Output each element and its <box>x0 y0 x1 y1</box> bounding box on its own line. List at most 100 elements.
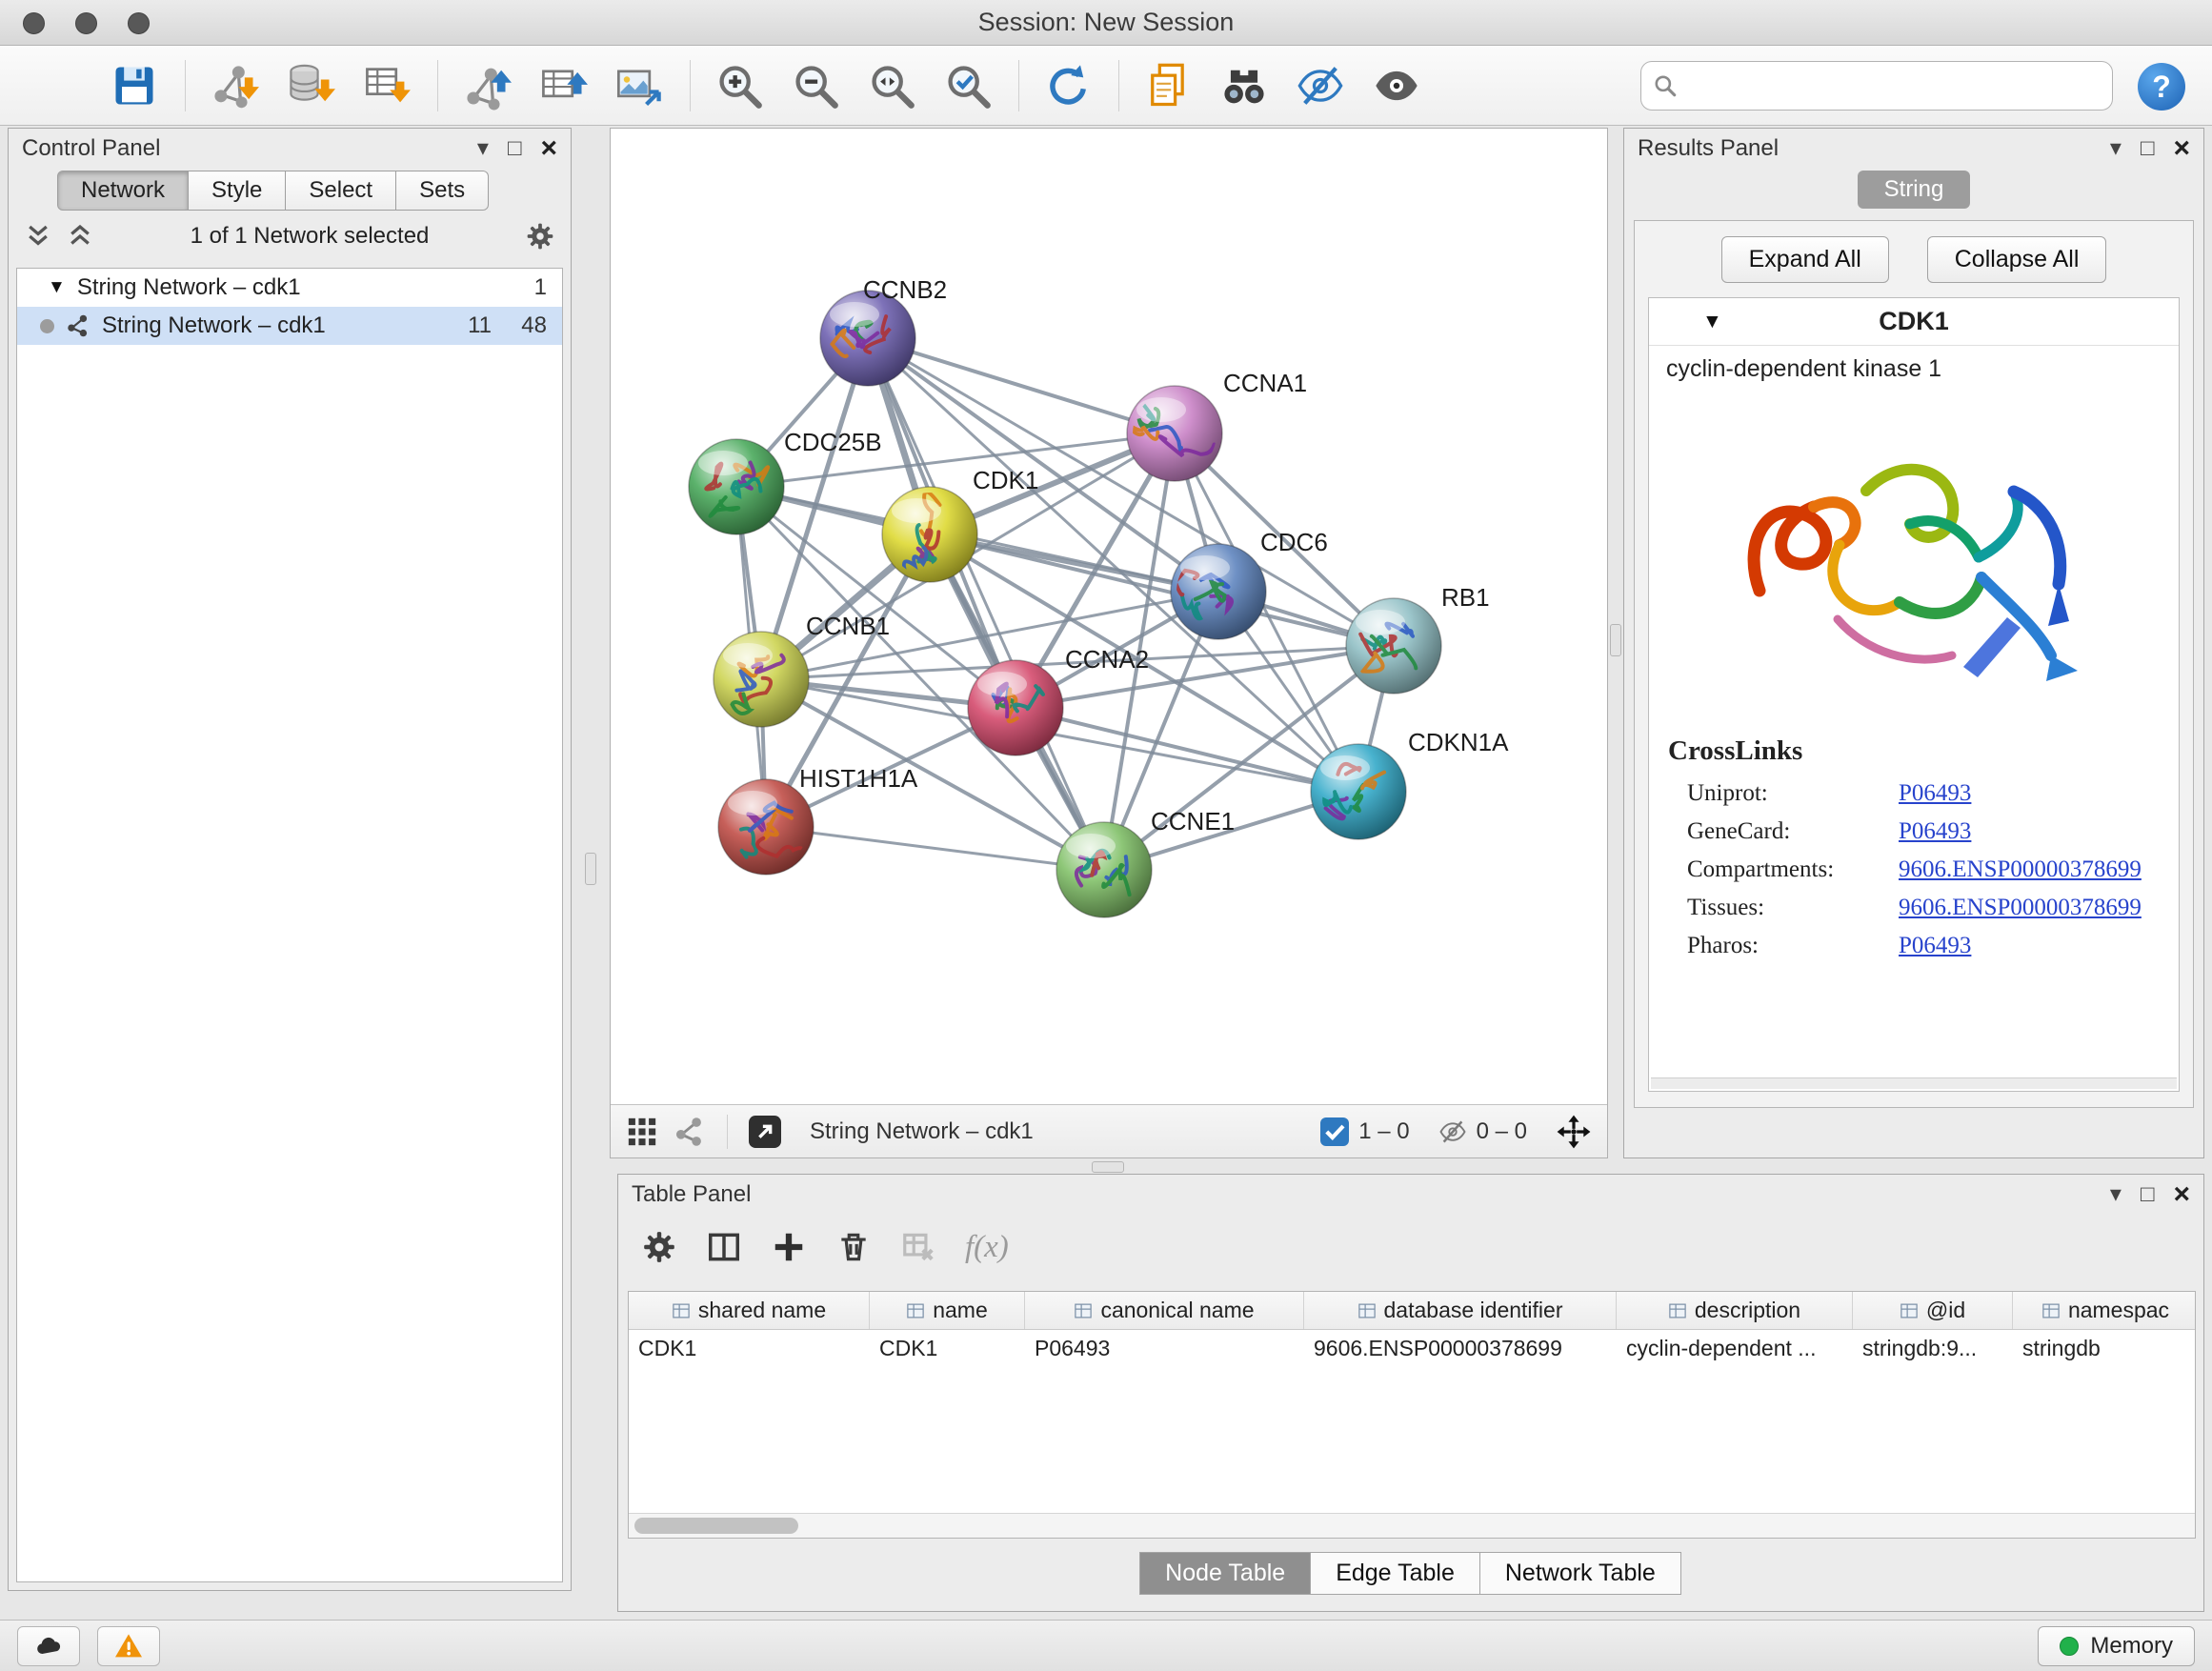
column-header[interactable]: @id <box>1853 1292 2013 1329</box>
documents-icon[interactable] <box>1136 54 1199 117</box>
refresh-icon[interactable] <box>1036 54 1099 117</box>
close-panel-icon[interactable]: × <box>2173 1180 2190 1209</box>
tab-sets[interactable]: Sets <box>395 171 489 211</box>
table-cell[interactable]: CDK1 <box>870 1330 1025 1366</box>
tab-string[interactable]: String <box>1858 171 1970 209</box>
delete-table-icon-disabled[interactable] <box>900 1229 936 1265</box>
table-cell[interactable]: P06493 <box>1025 1330 1304 1366</box>
hide-selected-icon[interactable] <box>1289 54 1352 117</box>
zoom-selected-icon[interactable] <box>936 54 999 117</box>
warning-button[interactable] <box>97 1626 160 1666</box>
tab-select[interactable]: Select <box>285 171 396 211</box>
collapse-gene-icon[interactable]: ▼ <box>1702 311 1722 333</box>
add-column-icon[interactable] <box>771 1229 807 1265</box>
cloud-button[interactable] <box>17 1626 80 1666</box>
zoom-window-button[interactable] <box>128 12 150 34</box>
crosslink-link[interactable]: P06493 <box>1899 818 1971 845</box>
hidden-eye-icon[interactable] <box>1438 1117 1467 1146</box>
column-header[interactable]: database identifier <box>1304 1292 1617 1329</box>
network-collection-row[interactable]: ▼ String Network – cdk1 1 <box>17 269 562 307</box>
search-box[interactable] <box>1640 61 2113 111</box>
tab-network-table[interactable]: Network Table <box>1479 1552 1681 1595</box>
detach-view-icon[interactable] <box>749 1116 781 1148</box>
table-cell[interactable]: CDK1 <box>629 1330 870 1366</box>
open-session-button[interactable] <box>27 54 90 117</box>
save-session-button[interactable] <box>103 54 166 117</box>
left-splitter-handle[interactable] <box>585 853 596 885</box>
tab-style[interactable]: Style <box>188 171 286 211</box>
minimize-window-button[interactable] <box>75 12 97 34</box>
network-node[interactable]: CCNB1 <box>714 612 890 727</box>
zoom-out-icon[interactable] <box>784 54 847 117</box>
table-cell[interactable]: 9606.ENSP00000378699 <box>1304 1330 1617 1366</box>
node-label: CDC6 <box>1260 528 1328 556</box>
network-node[interactable]: CCNA1 <box>1125 369 1307 481</box>
collapse-icon[interactable]: ▼ <box>48 277 66 298</box>
birds-eye-view-icon[interactable] <box>626 1116 658 1148</box>
export-network-icon[interactable] <box>455 54 518 117</box>
table-cell[interactable]: stringdb:9... <box>1853 1330 2013 1366</box>
column-header[interactable]: canonical name <box>1025 1292 1304 1329</box>
network-share-icon[interactable] <box>674 1116 706 1148</box>
collapse-all-button[interactable]: Collapse All <box>1927 236 2107 283</box>
float-panel-icon[interactable]: □ <box>508 137 522 160</box>
close-panel-icon[interactable]: × <box>2173 134 2190 163</box>
tab-network[interactable]: Network <box>57 171 189 211</box>
table-cell[interactable]: stringdb <box>2013 1330 2196 1366</box>
show-hidden-icon[interactable] <box>1365 54 1428 117</box>
delete-column-icon[interactable] <box>835 1229 872 1265</box>
network-node[interactable]: RB1 <box>1346 583 1490 694</box>
network-canvas[interactable]: CCNB2CCNA1CDC25BCDK1CDC6RB1CCNB1CCNA2CDK… <box>611 129 1607 1104</box>
expand-tree-icon[interactable] <box>66 222 94 251</box>
tab-edge-table[interactable]: Edge Table <box>1310 1552 1480 1595</box>
zoom-in-icon[interactable] <box>708 54 771 117</box>
table-row[interactable]: CDK1CDK1P064939606.ENSP00000378699cyclin… <box>629 1330 2195 1366</box>
binoculars-icon[interactable] <box>1213 54 1276 117</box>
column-header[interactable]: shared name <box>629 1292 870 1329</box>
crosslink-link[interactable]: 9606.ENSP00000378699 <box>1899 895 2142 921</box>
crosslink-link[interactable]: P06493 <box>1899 933 1971 959</box>
close-window-button[interactable] <box>23 12 45 34</box>
memory-button[interactable]: Memory <box>2038 1626 2195 1666</box>
bottom-splitter-handle[interactable] <box>1092 1161 1124 1173</box>
panel-menu-icon[interactable]: ▾ <box>2110 137 2122 160</box>
network-row[interactable]: String Network – cdk1 11 48 <box>17 307 562 345</box>
collapse-tree-icon[interactable] <box>24 222 52 251</box>
show-columns-icon[interactable] <box>706 1229 742 1265</box>
crosslink-link[interactable]: P06493 <box>1899 780 1971 807</box>
column-header[interactable]: name <box>870 1292 1025 1329</box>
network-node[interactable]: CDK1 <box>882 466 1038 582</box>
selected-checkbox-icon[interactable] <box>1320 1117 1349 1146</box>
gear-icon[interactable] <box>525 221 555 252</box>
toolbar-separator <box>1018 60 1019 111</box>
table-cell[interactable]: cyclin-dependent ... <box>1617 1330 1853 1366</box>
float-panel-icon[interactable]: □ <box>2141 137 2155 160</box>
network-node[interactable]: HIST1H1A <box>718 764 918 875</box>
crosslink-link[interactable]: 9606.ENSP00000378699 <box>1899 856 2142 883</box>
panel-menu-icon[interactable]: ▾ <box>477 137 489 160</box>
scrollbar-thumb[interactable] <box>634 1518 798 1534</box>
help-button[interactable]: ? <box>2138 63 2185 111</box>
panel-menu-icon[interactable]: ▾ <box>2110 1183 2122 1206</box>
pan-move-icon[interactable] <box>1556 1114 1592 1150</box>
column-header[interactable]: namespac <box>2013 1292 2196 1329</box>
expand-all-button[interactable]: Expand All <box>1721 236 1889 283</box>
results-scrollbar[interactable] <box>1651 1077 2177 1089</box>
float-panel-icon[interactable]: □ <box>2141 1183 2155 1206</box>
import-network-database-icon[interactable] <box>279 54 342 117</box>
horizontal-scrollbar[interactable] <box>629 1513 2195 1538</box>
close-panel-icon[interactable]: × <box>540 134 557 163</box>
search-input[interactable] <box>1685 72 2101 99</box>
export-image-icon[interactable] <box>608 54 671 117</box>
function-builder-icon[interactable]: f(x) <box>965 1230 1009 1265</box>
right-splitter-handle[interactable] <box>1610 624 1621 656</box>
network-node[interactable]: CCNB2 <box>820 275 947 386</box>
export-table-icon[interactable] <box>532 54 594 117</box>
zoom-fit-icon[interactable] <box>860 54 923 117</box>
network-node[interactable]: CDKN1A <box>1311 728 1509 839</box>
import-table-icon[interactable] <box>355 54 418 117</box>
table-settings-gear-icon[interactable] <box>641 1229 677 1265</box>
import-network-file-icon[interactable] <box>203 54 266 117</box>
column-header[interactable]: description <box>1617 1292 1853 1329</box>
tab-node-table[interactable]: Node Table <box>1139 1552 1311 1595</box>
